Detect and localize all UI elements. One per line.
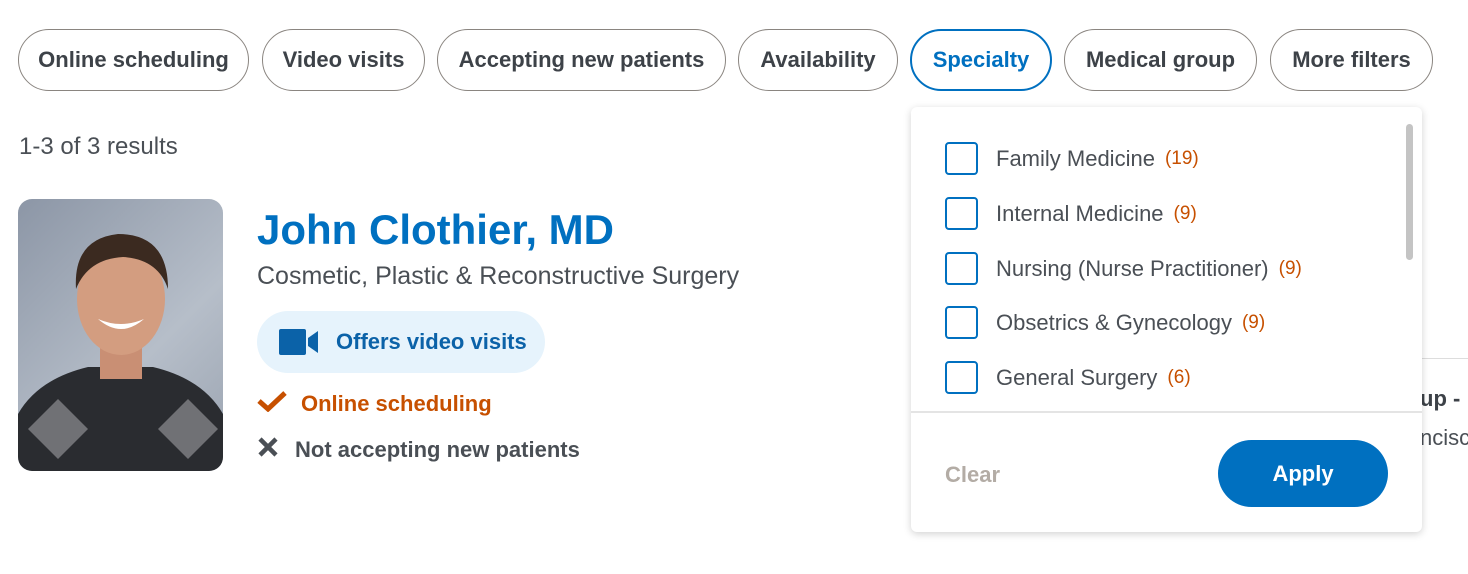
specialty-dropdown: Family Medicine (19) Internal Medicine (9)… — [911, 107, 1422, 532]
specialty-option[interactable]: General Surgery (6) — [945, 361, 1191, 394]
option-count: (9) — [1241, 311, 1266, 333]
filter-medical-group[interactable]: Medical group — [1064, 29, 1257, 91]
background-text: up - — [1420, 386, 1461, 411]
filter-video-visits[interactable]: Video visits — [262, 29, 425, 91]
video-camera-icon — [279, 329, 318, 355]
option-label: General Surgery — [996, 364, 1158, 390]
option-count: (9) — [1278, 257, 1302, 279]
divider — [1420, 358, 1468, 359]
divider — [911, 411, 1422, 413]
specialty-option[interactable]: Internal Medicine (9) — [945, 197, 1197, 230]
accepting-patients-feature: Not accepting new patients — [257, 434, 580, 465]
checkbox[interactable] — [945, 361, 978, 394]
filter-accepting-new-patients[interactable]: Accepting new patients — [437, 29, 726, 91]
online-scheduling-label: Online scheduling — [301, 390, 492, 416]
filter-specialty[interactable]: Specialty — [910, 29, 1052, 91]
online-scheduling-feature: Online scheduling — [257, 388, 492, 419]
apply-button[interactable]: Apply — [1218, 440, 1388, 507]
option-label: Internal Medicine — [996, 200, 1164, 226]
provider-specialty: Cosmetic, Plastic & Reconstructive Surge… — [257, 262, 740, 290]
option-count: (6) — [1167, 366, 1191, 388]
filter-more-filters[interactable]: More filters — [1270, 29, 1433, 91]
checkbox[interactable] — [945, 306, 978, 339]
filter-availability[interactable]: Availability — [738, 29, 898, 91]
background-text: ncisc — [1420, 425, 1468, 450]
filter-online-scheduling[interactable]: Online scheduling — [18, 29, 249, 91]
specialty-option[interactable]: Obsetrics & Gynecology (9) — [945, 306, 1265, 339]
option-label: Family Medicine — [996, 145, 1155, 171]
video-visits-badge: Offers video visits — [257, 311, 545, 373]
provider-photo[interactable] — [18, 199, 223, 471]
option-count: (9) — [1173, 202, 1197, 224]
checkbox[interactable] — [945, 197, 978, 230]
scrollbar[interactable] — [1406, 124, 1413, 260]
x-icon — [257, 434, 295, 465]
checkbox[interactable] — [945, 142, 978, 175]
checkbox[interactable] — [945, 252, 978, 285]
results-count: 1-3 of 3 results — [19, 133, 178, 160]
video-badge-label: Offers video visits — [336, 329, 527, 354]
specialty-option[interactable]: Nursing (Nurse Practitioner) (9) — [945, 252, 1302, 285]
accepting-patients-label: Not accepting new patients — [295, 436, 580, 462]
checkmark-icon — [257, 388, 295, 419]
clear-button[interactable]: Clear — [945, 462, 1000, 488]
option-label: Nursing (Nurse Practitioner) — [996, 255, 1269, 281]
option-count: (19) — [1164, 147, 1199, 169]
option-label: Obsetrics & Gynecology — [996, 309, 1232, 335]
provider-name[interactable]: John Clothier, MD — [257, 206, 614, 254]
specialty-option[interactable]: Family Medicine (19) — [945, 142, 1199, 175]
